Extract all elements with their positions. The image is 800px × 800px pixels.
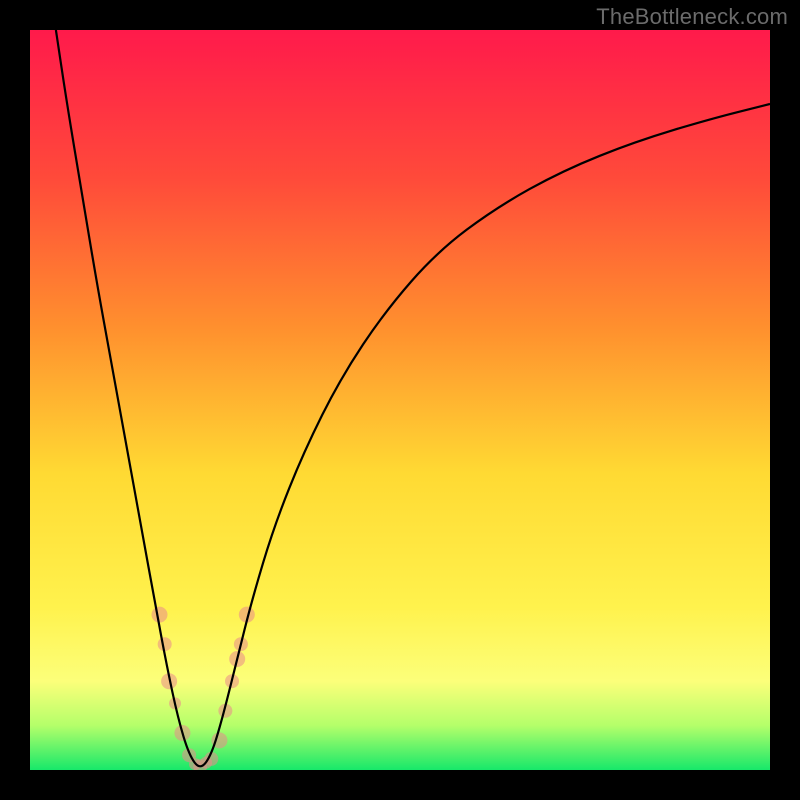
chart-svg [30, 30, 770, 770]
gradient-background [30, 30, 770, 770]
plot-area [30, 30, 770, 770]
chart-frame: TheBottleneck.com [0, 0, 800, 800]
attribution-label: TheBottleneck.com [596, 4, 788, 30]
scatter-point [152, 607, 168, 623]
